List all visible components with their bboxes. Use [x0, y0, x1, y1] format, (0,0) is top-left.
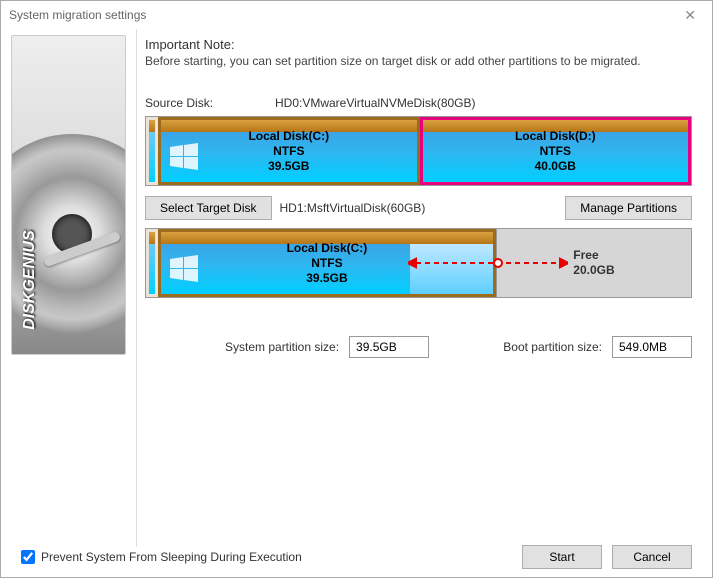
partition-fs: NTFS	[287, 256, 368, 271]
manage-partitions-button[interactable]: Manage Partitions	[565, 196, 692, 220]
source-reserved-sliver[interactable]	[146, 117, 158, 185]
prevent-sleep-input[interactable]	[21, 550, 35, 564]
source-partition-d[interactable]: Local Disk(D:) NTFS 40.0GB	[420, 117, 691, 185]
system-partition-size-input[interactable]	[349, 336, 429, 358]
sidebar-illustration: DISKGENIUS	[1, 29, 136, 547]
harddrive-illustration: DISKGENIUS	[11, 35, 126, 355]
note-heading: Important Note:	[145, 37, 692, 52]
partition-size: 40.0GB	[515, 159, 596, 174]
start-button[interactable]: Start	[522, 545, 602, 569]
partition-name: Local Disk(D:)	[515, 129, 596, 144]
prevent-sleep-checkbox[interactable]: Prevent System From Sleeping During Exec…	[21, 550, 302, 564]
prevent-sleep-label: Prevent System From Sleeping During Exec…	[41, 550, 302, 564]
source-disk-label: Source Disk:	[145, 96, 275, 110]
select-target-disk-button[interactable]: Select Target Disk	[145, 196, 272, 220]
system-migration-dialog: System migration settings ✕ DISKGENIUS I…	[0, 0, 713, 578]
partition-name: Local Disk(C:)	[248, 129, 329, 144]
cancel-button[interactable]: Cancel	[612, 545, 692, 569]
target-disk-bar: Local Disk(C:) NTFS 39.5GB Free 20.0GB	[145, 228, 692, 298]
target-disk-value: HD1:MsftVirtualDisk(60GB)	[280, 201, 558, 215]
boot-partition-size-input[interactable]	[612, 336, 692, 358]
partition-fs: NTFS	[515, 144, 596, 159]
free-size: 20.0GB	[573, 263, 614, 278]
target-reserved-sliver[interactable]	[146, 229, 158, 297]
partition-name: Local Disk(C:)	[287, 241, 368, 256]
source-partition-c[interactable]: Local Disk(C:) NTFS 39.5GB	[158, 117, 420, 185]
brand-text: DISKGENIUS	[21, 230, 39, 330]
partition-fs: NTFS	[248, 144, 329, 159]
resize-arrow-icon[interactable]	[408, 255, 568, 271]
boot-partition-size-label: Boot partition size:	[503, 340, 602, 354]
free-label: Free	[573, 248, 614, 263]
windows-logo-icon	[165, 246, 203, 292]
note-body: Before starting, you can set partition s…	[145, 54, 692, 68]
partition-size: 39.5GB	[287, 271, 368, 286]
windows-logo-icon	[165, 134, 203, 180]
close-icon[interactable]: ✕	[676, 7, 704, 24]
titlebar: System migration settings ✕	[1, 1, 712, 29]
window-title: System migration settings	[9, 8, 146, 22]
system-partition-size-label: System partition size:	[225, 340, 339, 354]
source-disk-bar: Local Disk(C:) NTFS 39.5GB Local Disk(D:…	[145, 116, 692, 186]
source-disk-value: HD0:VMwareVirtualNVMeDisk(80GB)	[275, 96, 476, 110]
partition-size: 39.5GB	[248, 159, 329, 174]
